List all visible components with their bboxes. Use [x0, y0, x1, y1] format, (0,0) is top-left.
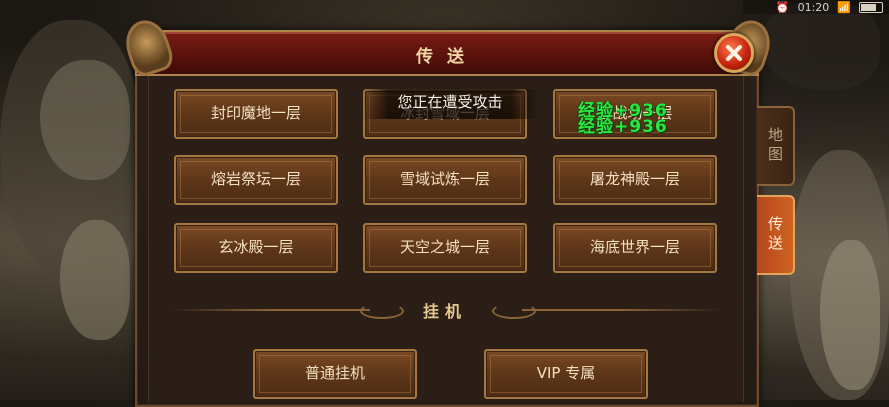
battery-icon [859, 1, 883, 13]
tab-map[interactable]: 地图 [757, 106, 795, 186]
alarm-icon: ⏰ [775, 0, 790, 14]
divider-flourish-icon [492, 303, 536, 319]
attack-warning-toast: 您正在遭受攻击 [362, 89, 538, 119]
normal-afk-button[interactable]: 普通挂机 [253, 349, 417, 399]
exp-gain-message: 经验+936 [578, 117, 668, 137]
cave-rock [820, 240, 880, 390]
teleport-button-1-2[interactable]: 屠龙神殿一层 [553, 155, 717, 205]
teleport-button-2-2[interactable]: 海底世界一层 [553, 223, 717, 273]
cave-rock [60, 220, 130, 340]
panel-title-bar: 传送 [135, 30, 759, 76]
tab-teleport[interactable]: 传送 [757, 195, 795, 275]
close-button[interactable] [714, 33, 754, 73]
clock-time: 01:20 [797, 0, 830, 14]
section-divider-right [522, 309, 722, 311]
teleport-button-1-1[interactable]: 雪域试炼一层 [363, 155, 527, 205]
vip-afk-button[interactable]: VIP 专属 [484, 349, 648, 399]
status-bar: ⏰ 01:20 📶 [743, 0, 889, 14]
close-x-icon [726, 45, 742, 61]
wifi-icon: 📶 [837, 0, 851, 14]
teleport-button-0-0[interactable]: 封印魔地一层 [174, 89, 338, 139]
cave-rock [40, 60, 130, 180]
teleport-button-2-1[interactable]: 天空之城一层 [363, 223, 527, 273]
teleport-button-2-0[interactable]: 玄冰殿一层 [174, 223, 338, 273]
teleport-button-1-0[interactable]: 熔岩祭坛一层 [174, 155, 338, 205]
panel-title: 传送 [416, 47, 478, 67]
